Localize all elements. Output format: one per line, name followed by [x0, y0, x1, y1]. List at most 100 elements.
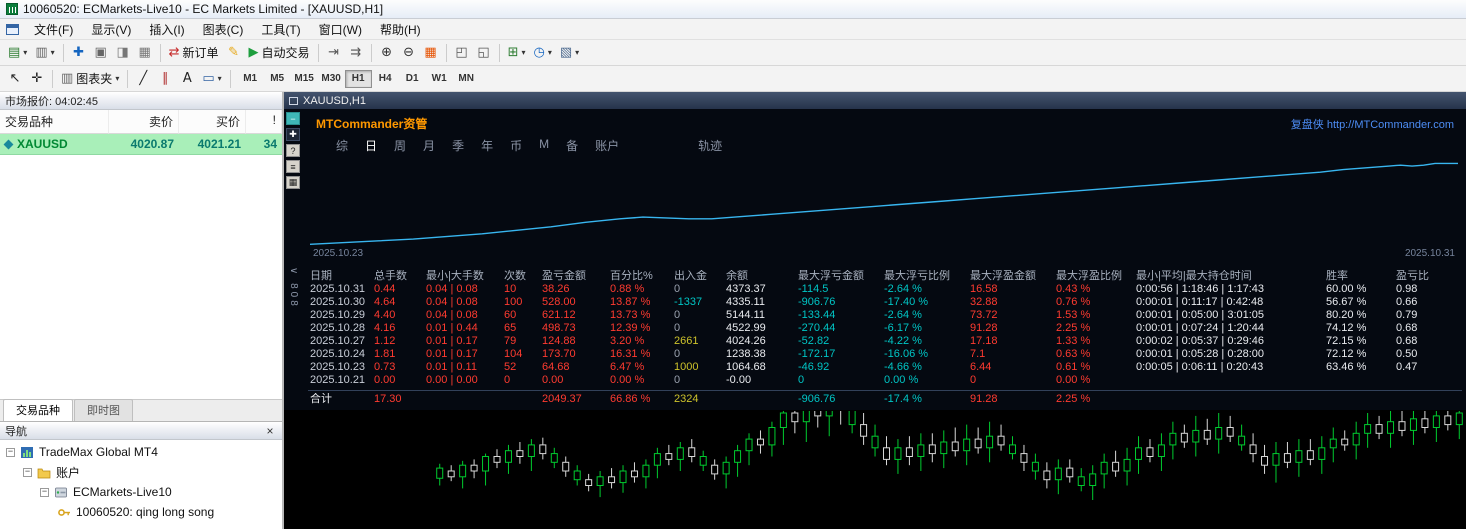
platform-icon [20, 446, 34, 459]
commander-cell: 0.88 % [610, 283, 645, 295]
candle-chart-button[interactable]: ◱ [473, 42, 495, 64]
profiles-button[interactable]: ▥ [31, 42, 58, 64]
timeframe-d1-button[interactable]: D1 [399, 70, 426, 88]
templates-button[interactable]: ▧ [556, 42, 583, 64]
bar-chart-button[interactable]: ◰ [451, 42, 473, 64]
commander-tab[interactable]: 周 [394, 137, 406, 154]
cursor-button[interactable]: ↖ [4, 68, 26, 90]
tree-expander-icon[interactable] [6, 447, 15, 457]
new-chart-button[interactable]: ▤ [4, 42, 31, 64]
commander-cell: 0.98 [1396, 283, 1418, 295]
commander-title: MTCommander资管 [316, 117, 428, 131]
text-tool-button[interactable]: A [176, 68, 198, 90]
navigator-button[interactable]: ◨ [112, 42, 134, 64]
menu-item[interactable]: 帮助(H) [371, 18, 430, 41]
commander-cell: 79 [504, 335, 517, 347]
add-indicator-icon: ⊞ [507, 45, 519, 60]
timeframe-mn-button[interactable]: MN [453, 70, 480, 88]
commander-cell: 0.01 | 0.44 [426, 322, 478, 334]
timeframe-m15-button[interactable]: M15 [291, 70, 318, 88]
channel-button[interactable]: ∥ [154, 68, 176, 90]
commander-tab[interactable]: 季 [452, 137, 464, 154]
commander-cell: 4373.37 [726, 283, 766, 295]
terminal-button[interactable]: ▦ [134, 42, 156, 64]
commander-cell: 0.73 [374, 361, 396, 373]
menu-item[interactable]: 工具(T) [252, 18, 309, 41]
tree-item[interactable]: ECMarkets-Live10 [0, 482, 282, 502]
menu-item[interactable]: 插入(I) [140, 18, 193, 41]
market-watch-tab[interactable]: 即时图 [74, 399, 133, 421]
menu-item[interactable]: 显示(V) [82, 18, 140, 41]
chart-folder-button[interactable]: ▥ 图表夹 [57, 68, 123, 90]
commander-cell: 1.33 % [1056, 335, 1091, 347]
commander-tab[interactable]: 日 [365, 137, 377, 154]
commander-cell: 0.63 % [1056, 348, 1091, 360]
tile-windows-button[interactable]: ▦ [420, 42, 442, 64]
close-icon[interactable] [263, 424, 277, 437]
shapes-button[interactable]: ▭ [198, 68, 225, 90]
market-watch-tab[interactable]: 交易品种 [3, 399, 73, 421]
trendline-button[interactable]: ╱ [132, 68, 154, 90]
panel-grid-button[interactable]: ▦ [286, 176, 300, 189]
autotrading-button-label: 自动交易 [261, 46, 310, 60]
commander-tab[interactable]: 月 [423, 137, 435, 154]
chart-shift-button[interactable]: ⇥ [323, 42, 345, 64]
commander-tab[interactable]: M [539, 137, 549, 154]
commander-cell: 2.25 % [1056, 322, 1091, 334]
commander-watermark[interactable]: 复盘侠 http://MTCommander.com [1291, 116, 1454, 132]
commander-tab-trail[interactable]: 轨迹 [698, 137, 722, 154]
commander-cell: 73.72 [970, 309, 998, 321]
tree-item[interactable]: TradeMax Global MT4 [0, 442, 282, 462]
child-window-icon[interactable] [6, 23, 19, 35]
periods-button[interactable]: ◷ [529, 42, 555, 64]
commander-cell: 10 [504, 283, 517, 295]
chevron-down-icon [23, 48, 27, 57]
chart-window: XAUUSD,H1 − ✚? ≡ ▦ 808 MTCommander资管 复盘侠 ht… [284, 92, 1466, 529]
market-watch-row-xauusd[interactable]: XAUUSD 4020.87 4021.21 34 [0, 134, 282, 155]
toolbar-separator [229, 69, 231, 88]
commander-total-cell: 2.25 % [1056, 393, 1091, 405]
new-order-button[interactable]: ⇄ 新订单 [165, 42, 223, 64]
commander-tab[interactable]: 账户 [595, 137, 619, 154]
folder-icon [37, 466, 51, 479]
add-indicator-button[interactable]: ⊞ [504, 42, 530, 64]
tree-expander-icon[interactable] [23, 467, 32, 477]
timeframe-w1-button[interactable]: W1 [426, 70, 453, 88]
panel-list-button[interactable]: ≡ [286, 160, 300, 173]
commander-cell: 0.68 [1396, 322, 1418, 334]
chart-titlebar[interactable]: XAUUSD,H1 [284, 92, 1466, 109]
commander-cell: 6.44 [970, 361, 992, 373]
commander-tab[interactable]: 币 [510, 137, 522, 154]
timeframe-h1-button[interactable]: H1 [344, 69, 372, 88]
candle-chart-icon: ◱ [477, 45, 490, 60]
commander-tab[interactable]: 综 [336, 137, 348, 154]
zoom-out-button[interactable]: ⊖ [398, 42, 420, 64]
panel-minimize-button[interactable]: − [286, 112, 300, 125]
autotrading-button[interactable]: ▶ 自动交易 [245, 42, 314, 64]
data-window-button[interactable]: ▣ [90, 42, 112, 64]
timeframe-bar: M1 M5 M15 M30 H1 H4 D1 W1 MN [237, 69, 480, 88]
tree-item[interactable]: 账户 [0, 462, 282, 482]
zoom-in-button[interactable]: ⊕ [376, 42, 398, 64]
crosshair-button[interactable]: ✛ [26, 68, 48, 90]
market-watch-button[interactable]: ✚ [68, 42, 90, 64]
commander-tab[interactable]: 年 [481, 137, 493, 154]
pan-tool-button[interactable]: ✚ [286, 128, 300, 141]
panel-help-button[interactable]: ? [286, 144, 300, 157]
menu-item[interactable]: 窗口(W) [310, 18, 371, 41]
chart-area[interactable]: − ✚? ≡ ▦ 808 MTCommander资管 复盘侠 http://MTCom… [284, 109, 1466, 529]
timeframe-m30-button[interactable]: M30 [318, 70, 345, 88]
timeframe-m5-button[interactable]: M5 [264, 70, 291, 88]
mw-column-header: 买价 [179, 110, 246, 134]
timeframe-m1-button[interactable]: M1 [237, 70, 264, 88]
menu-item[interactable]: 文件(F) [25, 18, 82, 41]
tree-item[interactable]: 10060520: qing long song [0, 502, 282, 522]
metaeditor-button[interactable]: ✎ [223, 42, 245, 64]
menu-item[interactable]: 图表(C) [194, 18, 253, 41]
navigator-icon: ◨ [116, 45, 129, 60]
commander-cell: 0.66 [1396, 296, 1418, 308]
auto-scroll-button[interactable]: ⇉ [345, 42, 367, 64]
commander-tab[interactable]: 备 [566, 137, 578, 154]
timeframe-h4-button[interactable]: H4 [372, 70, 399, 88]
tree-expander-icon[interactable] [40, 487, 49, 497]
